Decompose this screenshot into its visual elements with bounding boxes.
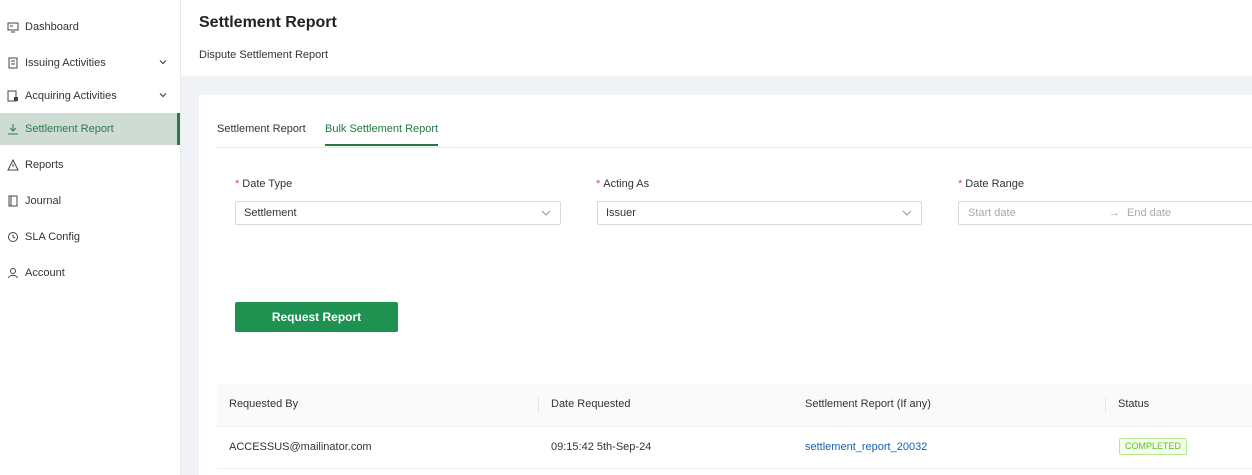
tab-settlement-report[interactable]: Settlement Report	[217, 123, 306, 144]
arrow-right-icon: →	[1109, 207, 1120, 219]
acting-as-value: Issuer	[606, 207, 636, 219]
table-header: Requested By Date Requested Settlement R…	[217, 384, 1252, 427]
chevron-down-icon	[541, 210, 551, 216]
page-title: Settlement Report	[199, 14, 337, 31]
cell-requested-by: ACCESSUS@mailinator.com	[229, 441, 372, 453]
sidebar-item-sla-config[interactable]: SLA Config	[0, 221, 180, 253]
acquiring-icon	[7, 90, 19, 102]
issuing-icon	[7, 57, 19, 69]
column-divider	[538, 397, 539, 413]
date-type-select[interactable]: Settlement	[235, 201, 561, 225]
date-range-label: * Date Range	[958, 178, 1024, 190]
chevron-down-icon	[902, 210, 912, 216]
sidebar-item-label: Account	[25, 267, 65, 279]
sidebar-item-acquiring-activities[interactable]: Acquiring Activities	[0, 80, 180, 112]
page-header: Settlement Report Dispute Settlement Rep…	[181, 0, 1252, 76]
page-subtitle: Dispute Settlement Report	[199, 49, 329, 61]
download-icon	[7, 123, 19, 135]
report-card: Settlement Report Bulk Settlement Report…	[199, 95, 1252, 475]
column-header-requested-by: Requested By	[229, 398, 299, 410]
dashboard-icon	[7, 21, 19, 33]
column-header-status: Status	[1118, 398, 1150, 410]
end-date-input[interactable]: End date	[1127, 207, 1171, 219]
tab-bulk-settlement-report[interactable]: Bulk Settlement Report	[325, 123, 439, 146]
sidebar-item-reports[interactable]: Reports	[0, 149, 180, 181]
column-header-date-requested: Date Requested	[551, 398, 631, 410]
date-type-value: Settlement	[244, 207, 297, 219]
journal-icon	[7, 195, 19, 207]
start-date-input[interactable]: Start date	[968, 207, 1016, 219]
chevron-down-icon	[159, 60, 167, 65]
table-row: ACCESSUS@mailinator.com 09:15:42 5th-Sep…	[217, 426, 1252, 469]
request-report-button[interactable]: Request Report	[235, 302, 398, 332]
tab-bar: Settlement Report Bulk Settlement Report	[217, 115, 1252, 148]
sidebar-item-account[interactable]: Account	[0, 257, 180, 289]
required-mark: *	[596, 178, 601, 190]
column-header-settlement-report: Settlement Report (If any)	[805, 398, 931, 410]
column-divider	[1105, 397, 1106, 413]
sidebar-item-label: Journal	[25, 195, 62, 207]
cell-date-requested: 09:15:42 5th-Sep-24	[551, 441, 652, 453]
required-mark: *	[235, 178, 240, 190]
acting-as-select[interactable]: Issuer	[597, 201, 922, 225]
status-badge: COMPLETED	[1119, 438, 1188, 455]
sidebar-item-issuing-activities[interactable]: Issuing Activities	[0, 47, 180, 79]
required-mark: *	[958, 178, 963, 190]
sidebar-item-settlement-report[interactable]: Settlement Report	[0, 113, 180, 145]
sidebar-item-label: Acquiring Activities	[25, 90, 117, 102]
date-type-label: * Date Type	[235, 178, 293, 190]
sidebar-item-label: Settlement Report	[25, 123, 114, 135]
sidebar-item-label: Dashboard	[25, 21, 79, 33]
sidebar-item-label: Issuing Activities	[25, 57, 106, 69]
user-icon	[7, 267, 19, 279]
sidebar-item-label: SLA Config	[25, 231, 81, 243]
sidebar: Dashboard Issuing Activities Acquiring A…	[0, 0, 181, 475]
sidebar-item-journal[interactable]: Journal	[0, 185, 180, 217]
sidebar-item-label: Reports	[25, 159, 64, 171]
warning-icon	[7, 159, 19, 171]
sidebar-item-dashboard[interactable]: Dashboard	[0, 11, 180, 43]
chevron-down-icon	[159, 93, 167, 98]
settlement-report-link[interactable]: settlement_report_20032	[805, 441, 927, 453]
acting-as-label: * Acting As	[596, 178, 650, 190]
clock-icon	[7, 231, 19, 243]
date-range-picker[interactable]: Start date → End date	[958, 201, 1252, 225]
